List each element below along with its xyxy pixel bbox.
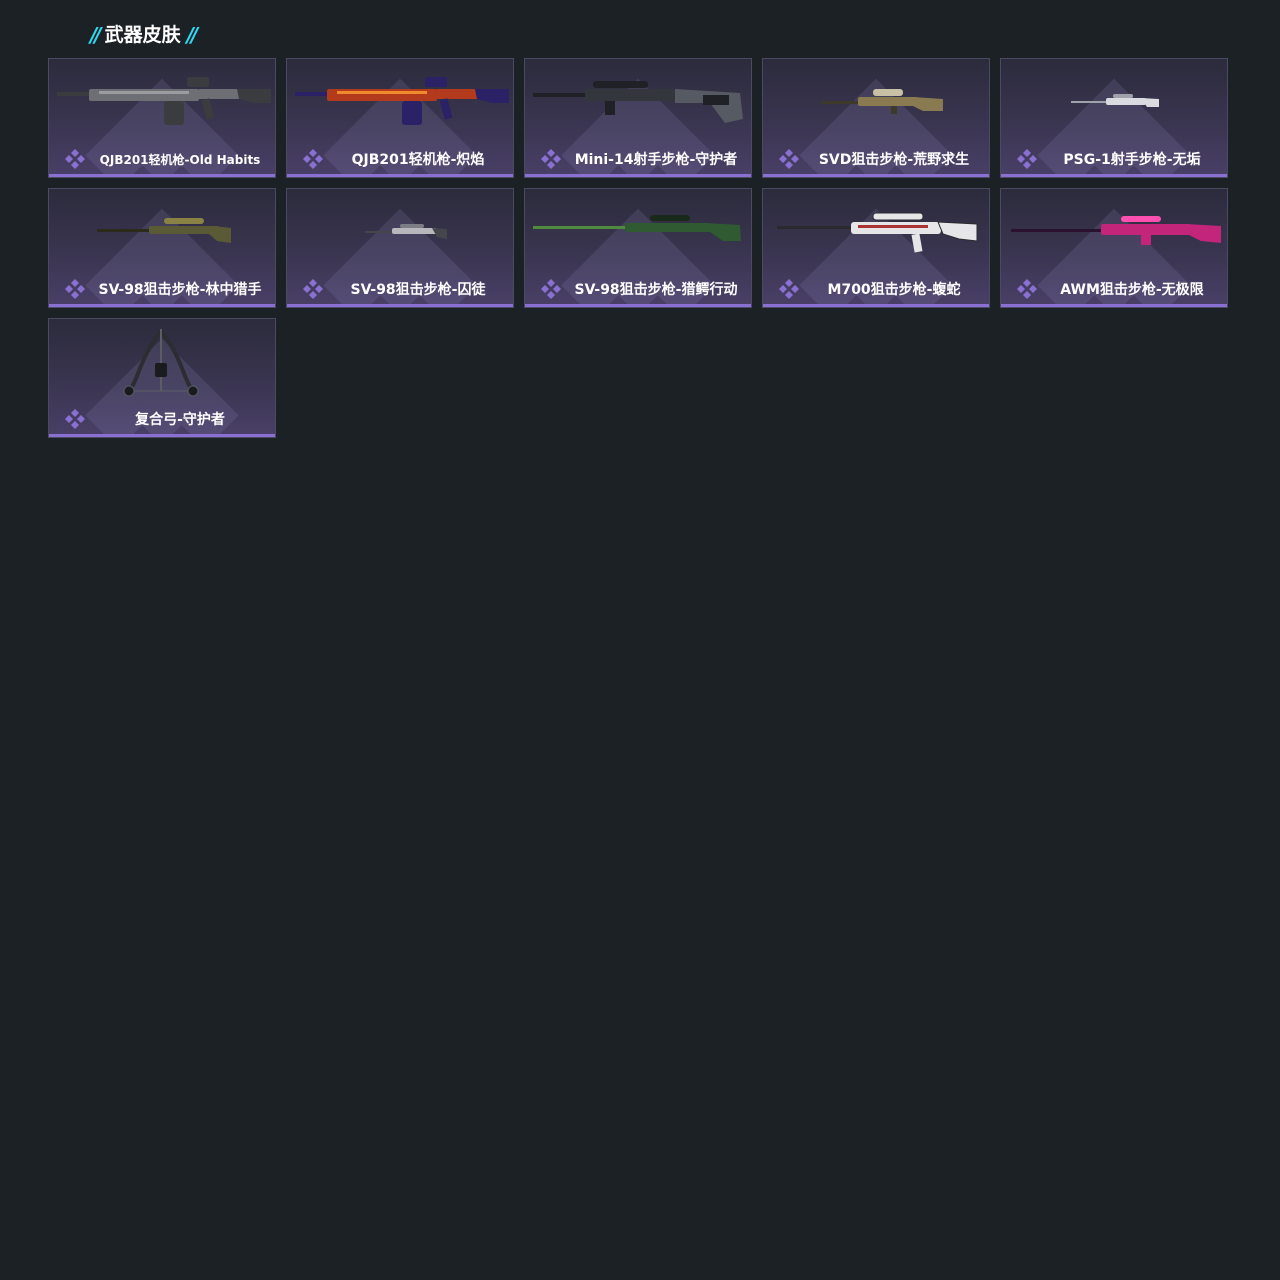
weapon-skin-image	[821, 89, 943, 114]
diamond-cluster-icon	[541, 279, 561, 299]
weapon-skin-name: 复合弓-守护者	[135, 412, 225, 428]
section-header: // 武器皮肤 //	[90, 22, 198, 48]
weapon-skin-image	[533, 81, 743, 123]
weapon-skin-card[interactable]: SVD狙击步枪-荒野求生	[762, 58, 990, 178]
weapon-skin-image	[123, 329, 199, 397]
rarity-bar	[1001, 304, 1227, 307]
rarity-bar	[49, 434, 275, 437]
weapon-skin-name: SV-98狙击步枪-囚徒	[350, 282, 486, 298]
weapon-skin-card[interactable]: AWM狙击步枪-无极限	[1000, 188, 1228, 308]
diamond-cluster-icon	[541, 149, 561, 169]
weapon-skin-card[interactable]: SV-98狙击步枪-猎鳄行动	[524, 188, 752, 308]
diamond-cluster-icon	[779, 279, 799, 299]
rarity-bar	[49, 304, 275, 307]
diamond-cluster-icon	[303, 279, 323, 299]
weapon-skin-card[interactable]: M700狙击步枪-蝮蛇	[762, 188, 990, 308]
weapon-skin-card[interactable]: QJB201轻机枪-Old Habits	[48, 58, 276, 178]
rarity-bar	[763, 174, 989, 177]
weapon-skin-name: M700狙击步枪-蝮蛇	[827, 282, 961, 298]
rarity-bar	[1001, 174, 1227, 177]
weapon-skin-grid: QJB201轻机枪-Old Habits QJB201轻机枪-炽焰 Mini-14射…	[48, 58, 1228, 438]
weapon-skin-image	[295, 77, 509, 125]
title-slash-left-icon: //	[90, 23, 101, 47]
rarity-bar	[287, 304, 513, 307]
diamond-cluster-icon	[1017, 149, 1037, 169]
weapon-skin-name: SVD狙击步枪-荒野求生	[818, 152, 970, 168]
weapon-skin-name: AWM狙击步枪-无极限	[1060, 282, 1204, 298]
rarity-bar	[763, 304, 989, 307]
diamond-cluster-icon	[1017, 279, 1037, 299]
rarity-bar	[525, 304, 751, 307]
weapon-skin-name: QJB201轻机枪-Old Habits	[99, 153, 261, 167]
weapon-skin-image	[1011, 216, 1221, 245]
weapon-skin-name: SV-98狙击步枪-林中猎手	[98, 282, 262, 298]
weapon-skin-image	[777, 212, 978, 253]
weapon-skin-image	[533, 215, 741, 241]
weapon-skin-card[interactable]: Mini-14射手步枪-守护者	[524, 58, 752, 178]
rarity-bar	[525, 174, 751, 177]
weapon-skin-name: PSG-1射手步枪-无垢	[1063, 152, 1201, 168]
diamond-cluster-icon	[779, 149, 799, 169]
diamond-cluster-icon	[65, 409, 85, 429]
weapon-skin-image	[1071, 94, 1159, 107]
weapon-skin-card[interactable]: 复合弓-守护者	[48, 318, 276, 438]
weapon-skin-name: Mini-14射手步枪-守护者	[574, 152, 738, 168]
weapon-skin-image	[97, 218, 231, 243]
weapon-skin-card[interactable]: PSG-1射手步枪-无垢	[1000, 58, 1228, 178]
weapon-skin-image	[57, 77, 271, 125]
title-slash-right-icon: //	[186, 23, 198, 47]
rarity-bar	[287, 174, 513, 177]
weapon-skin-card[interactable]: QJB201轻机枪-炽焰	[286, 58, 514, 178]
weapon-skin-name: QJB201轻机枪-炽焰	[351, 152, 485, 168]
weapon-skin-name: SV-98狙击步枪-猎鳄行动	[574, 282, 738, 298]
diamond-cluster-icon	[303, 149, 323, 169]
weapon-skin-image	[365, 224, 447, 239]
diamond-cluster-icon	[65, 149, 85, 169]
weapon-skin-card[interactable]: SV-98狙击步枪-林中猎手	[48, 188, 276, 308]
section-title: 武器皮肤	[104, 23, 181, 46]
weapon-skin-card[interactable]: SV-98狙击步枪-囚徒	[286, 188, 514, 308]
rarity-bar	[49, 174, 275, 177]
diamond-cluster-icon	[65, 279, 85, 299]
